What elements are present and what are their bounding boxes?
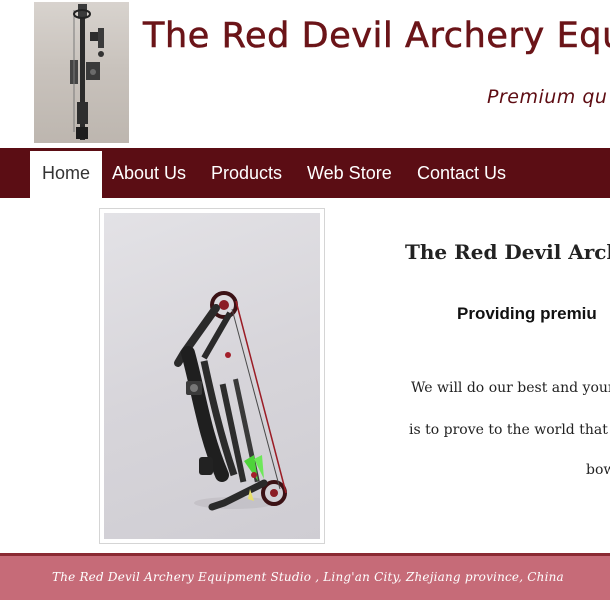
site-tagline: Premium qu	[487, 86, 608, 108]
nav-web-store[interactable]: Web Store	[307, 148, 392, 198]
nav-home[interactable]: Home	[30, 151, 103, 198]
bow-logo-icon	[70, 4, 104, 140]
site-logo[interactable]	[34, 2, 129, 143]
content-line-1: We will do our best and your	[411, 380, 610, 396]
content-subheading: Providing premiu	[457, 304, 597, 323]
site-title: The Red Devil Archery Equ	[143, 16, 610, 57]
footer-address: The Red Devil Archery Equipment Studio ,…	[52, 570, 564, 584]
nav-about-us[interactable]: About Us	[112, 148, 186, 198]
page: The Red Devil Archery Equ Premium qu Hom…	[0, 0, 610, 600]
product-photo-frame	[99, 208, 325, 544]
main-navigation: Home About Us Products Web Store Contact…	[0, 148, 610, 198]
content-heading: The Red Devil Arch	[405, 240, 610, 264]
nav-contact-us[interactable]: Contact Us	[417, 148, 506, 198]
footer: The Red Devil Archery Equipment Studio ,…	[0, 556, 610, 600]
content-line-2: is to prove to the world that C	[409, 422, 610, 438]
nav-products[interactable]: Products	[211, 148, 282, 198]
content-line-3: bow	[586, 462, 610, 478]
compound-bow-photo	[104, 213, 320, 539]
